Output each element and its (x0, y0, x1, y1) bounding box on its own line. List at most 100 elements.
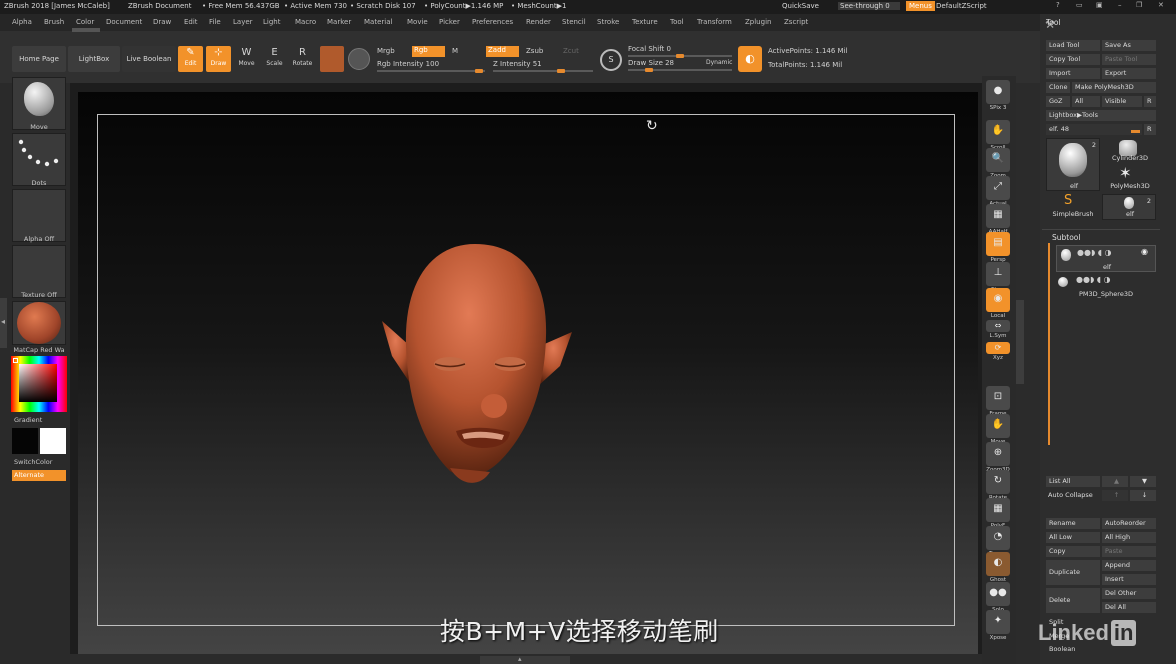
switch-color-button[interactable]: SwitchColor (14, 458, 68, 466)
tool-slider-handle[interactable] (1131, 130, 1140, 133)
z-intensity-track[interactable] (493, 70, 593, 72)
material-swatch-button[interactable] (320, 46, 344, 72)
menu-material[interactable]: Material (364, 18, 392, 26)
arrow-up-icon[interactable]: ↑ (1102, 490, 1128, 501)
draw-size-track[interactable] (628, 69, 732, 71)
rotate-button[interactable]: R Rotate (290, 46, 315, 72)
tool-thumb-simplebrush[interactable]: SimpleBrush (1046, 210, 1100, 218)
secondary-color-swatch[interactable] (40, 428, 66, 454)
menu-zplugin[interactable]: Zplugin (745, 18, 771, 26)
quicksave-button[interactable]: QuickSave (782, 2, 819, 10)
tool-thumb-polymesh[interactable]: PolyMesh3D (1104, 182, 1156, 190)
move-icon[interactable]: ✋ (986, 414, 1010, 438)
rgb-intensity-handle[interactable] (475, 69, 483, 73)
arrow-down-icon[interactable]: ↓ (1130, 490, 1156, 501)
goz-all-button[interactable]: All (1072, 96, 1100, 107)
frame-icon[interactable]: ⊡ (986, 386, 1010, 410)
tool-thumb-elf-2[interactable]: 2 elf (1102, 194, 1156, 220)
spix-icon[interactable]: ● (986, 80, 1010, 104)
menu-document[interactable]: Document (106, 18, 142, 26)
restore-icon[interactable]: ❐ (1136, 1, 1142, 9)
layout-icon[interactable]: ▭ (1076, 1, 1083, 9)
eye-icon[interactable]: ◉ (1141, 247, 1148, 256)
rename-button[interactable]: Rename (1046, 518, 1100, 529)
menu-layer[interactable]: Layer (233, 18, 253, 26)
lsym-icon[interactable]: ⇔ (986, 320, 1010, 332)
import-button[interactable]: Import (1046, 68, 1100, 79)
brush-size-dynamic-icon[interactable]: ◐ (738, 46, 762, 72)
draw-size-slider[interactable]: Draw Size 28 (628, 59, 674, 67)
z-intensity-handle[interactable] (557, 69, 565, 73)
help-icon[interactable]: ? (1056, 1, 1060, 9)
tool-thumb-elf[interactable]: 2 elf (1046, 138, 1100, 191)
scale-button[interactable]: E Scale (262, 46, 287, 72)
z-intensity-slider[interactable]: Z Intensity 51 (493, 60, 542, 68)
zadd-button[interactable]: Zadd (486, 46, 519, 57)
menu-brush[interactable]: Brush (44, 18, 64, 26)
right-tray-divider[interactable] (1016, 300, 1024, 384)
menu-macro[interactable]: Macro (295, 18, 316, 26)
goz-r-button[interactable]: R (1144, 96, 1156, 107)
del-other-button[interactable]: Del Other (1102, 588, 1156, 599)
menu-transform[interactable]: Transform (697, 18, 732, 26)
delete-button[interactable]: Delete (1046, 588, 1100, 613)
auto-collapse-button[interactable]: Auto Collapse (1048, 491, 1093, 499)
make-polymesh-button[interactable]: Make PolyMesh3D (1072, 82, 1156, 93)
goz-button[interactable]: GoZ (1046, 96, 1070, 107)
focal-shift-handle[interactable] (676, 54, 684, 58)
subtool-item-elf[interactable]: ●●◗ ◖ ◑ ◉ elf (1056, 245, 1156, 272)
menu-stencil[interactable]: Stencil (562, 18, 586, 26)
all-low-button[interactable]: All Low (1046, 532, 1100, 543)
lazy-mouse-icon[interactable]: S (600, 49, 622, 71)
close-icon[interactable]: ✕ (1158, 1, 1164, 9)
xyz-icon[interactable]: ⟳ (986, 342, 1010, 354)
paste-button[interactable]: Paste (1102, 546, 1156, 557)
home-page-button[interactable]: Home Page (12, 46, 66, 72)
subtool-title[interactable]: Subtool (1052, 233, 1080, 242)
toolbar-grip[interactable] (72, 28, 100, 32)
menu-movie[interactable]: Movie (407, 18, 428, 26)
live-boolean-button[interactable]: Live Boolean (122, 46, 176, 72)
dynamic-button[interactable]: Dynamic (706, 59, 732, 66)
insert-button[interactable]: Insert (1102, 574, 1156, 585)
bottom-tray-toggle[interactable] (480, 656, 570, 664)
menu-light[interactable]: Light (263, 18, 280, 26)
rotate-icon[interactable]: ↻ (986, 470, 1010, 494)
scroll-icon[interactable]: ✋ (986, 120, 1010, 144)
lightbox-button[interactable]: LightBox (68, 46, 120, 72)
move-button[interactable]: W Move (234, 46, 259, 72)
menu-picker[interactable]: Picker (439, 18, 460, 26)
menus-button[interactable]: Menus (906, 1, 935, 11)
menu-alpha[interactable]: Alpha (12, 18, 32, 26)
copy-tool-button[interactable]: Copy Tool (1046, 54, 1100, 65)
minimize-icon[interactable]: – (1118, 1, 1122, 9)
all-high-button[interactable]: All High (1102, 532, 1156, 543)
menu-file[interactable]: File (209, 18, 221, 26)
default-zscript-button[interactable]: DefaultZScript (936, 2, 987, 10)
export-button[interactable]: Export (1102, 68, 1156, 79)
simplebrush-icon[interactable]: S (1064, 193, 1072, 208)
zoom-icon[interactable]: 🔍 (986, 148, 1010, 172)
menu-draw[interactable]: Draw (153, 18, 171, 26)
move-up-icon[interactable]: ▲ (1102, 476, 1128, 487)
menu-texture[interactable]: Texture (632, 18, 658, 26)
boolean-menu[interactable]: Boolean (1049, 645, 1075, 653)
subtool-options-icon[interactable]: ●●◗ ◖ ◑ (1077, 248, 1111, 257)
menu-preferences[interactable]: Preferences (472, 18, 513, 26)
goz-visible-button[interactable]: Visible (1102, 96, 1142, 107)
rgb-button[interactable]: Rgb (412, 46, 445, 57)
tool-r-button[interactable]: R (1144, 124, 1156, 135)
del-all-button[interactable]: Del All (1102, 602, 1156, 613)
subtool-scrollbar[interactable] (1048, 243, 1050, 445)
autoreorder-button[interactable]: AutoReorder (1102, 518, 1156, 529)
zcut-button[interactable]: Zcut (563, 47, 579, 55)
draw-button[interactable]: ⊹ Draw (206, 46, 231, 72)
actual-icon[interactable]: ⤢ (986, 176, 1010, 200)
menu-marker[interactable]: Marker (327, 18, 351, 26)
rgb-intensity-track[interactable] (377, 70, 485, 72)
color-picker[interactable] (11, 356, 67, 412)
tool-thumb-cylinder[interactable]: Cylinder3D (1104, 154, 1156, 162)
draw-size-handle[interactable] (645, 68, 653, 72)
zoom3d-icon[interactable]: ⊕ (986, 442, 1010, 466)
lock-icon[interactable]: ▣ (1096, 1, 1103, 9)
